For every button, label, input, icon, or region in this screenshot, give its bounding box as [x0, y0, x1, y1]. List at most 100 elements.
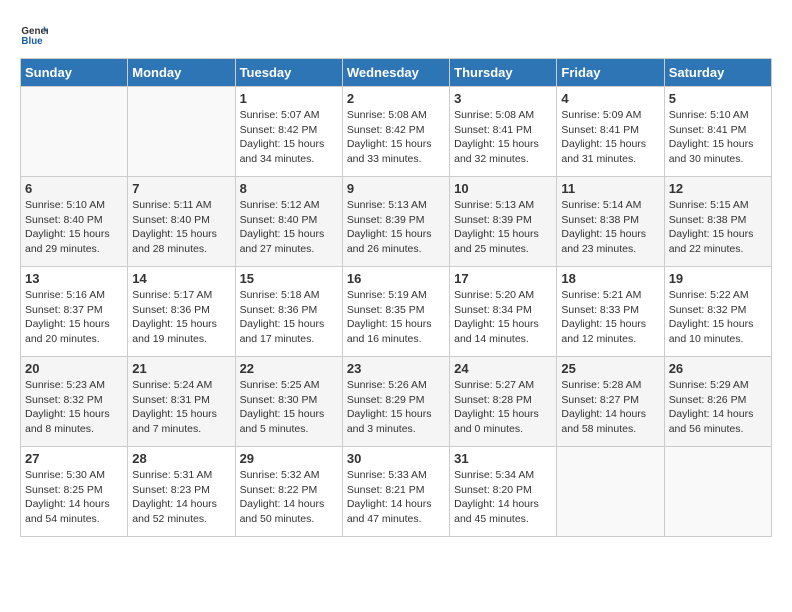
day-number: 20 [25, 361, 123, 376]
day-info: Sunrise: 5:18 AM Sunset: 8:36 PM Dayligh… [240, 288, 338, 347]
sunset-text: Sunset: 8:38 PM [669, 214, 747, 226]
calendar-cell: 21 Sunrise: 5:24 AM Sunset: 8:31 PM Dayl… [128, 357, 235, 447]
calendar-cell [128, 87, 235, 177]
page-header: General Blue [20, 20, 772, 48]
sunrise-text: Sunrise: 5:23 AM [25, 379, 105, 391]
daylight-text: Daylight: 15 hours and 29 minutes. [25, 228, 110, 255]
daylight-text: Daylight: 15 hours and 31 minutes. [561, 138, 646, 165]
day-number: 17 [454, 271, 552, 286]
sunset-text: Sunset: 8:20 PM [454, 484, 532, 496]
day-number: 27 [25, 451, 123, 466]
day-info: Sunrise: 5:10 AM Sunset: 8:41 PM Dayligh… [669, 108, 767, 167]
day-number: 29 [240, 451, 338, 466]
calendar-cell: 16 Sunrise: 5:19 AM Sunset: 8:35 PM Dayl… [342, 267, 449, 357]
day-number: 4 [561, 91, 659, 106]
calendar-cell: 20 Sunrise: 5:23 AM Sunset: 8:32 PM Dayl… [21, 357, 128, 447]
sunrise-text: Sunrise: 5:15 AM [669, 199, 749, 211]
calendar-cell: 17 Sunrise: 5:20 AM Sunset: 8:34 PM Dayl… [450, 267, 557, 357]
sunrise-text: Sunrise: 5:27 AM [454, 379, 534, 391]
day-info: Sunrise: 5:13 AM Sunset: 8:39 PM Dayligh… [347, 198, 445, 257]
day-info: Sunrise: 5:24 AM Sunset: 8:31 PM Dayligh… [132, 378, 230, 437]
daylight-text: Daylight: 14 hours and 50 minutes. [240, 498, 325, 525]
sunset-text: Sunset: 8:33 PM [561, 304, 639, 316]
day-number: 10 [454, 181, 552, 196]
sunset-text: Sunset: 8:41 PM [669, 124, 747, 136]
calendar-cell: 7 Sunrise: 5:11 AM Sunset: 8:40 PM Dayli… [128, 177, 235, 267]
daylight-text: Daylight: 15 hours and 33 minutes. [347, 138, 432, 165]
calendar-cell: 28 Sunrise: 5:31 AM Sunset: 8:23 PM Dayl… [128, 447, 235, 537]
day-number: 6 [25, 181, 123, 196]
weekday-header-tuesday: Tuesday [235, 59, 342, 87]
calendar-cell: 8 Sunrise: 5:12 AM Sunset: 8:40 PM Dayli… [235, 177, 342, 267]
daylight-text: Daylight: 15 hours and 14 minutes. [454, 318, 539, 345]
sunrise-text: Sunrise: 5:08 AM [347, 109, 427, 121]
calendar-cell [557, 447, 664, 537]
sunset-text: Sunset: 8:32 PM [669, 304, 747, 316]
sunset-text: Sunset: 8:36 PM [240, 304, 318, 316]
calendar-cell: 5 Sunrise: 5:10 AM Sunset: 8:41 PM Dayli… [664, 87, 771, 177]
day-info: Sunrise: 5:31 AM Sunset: 8:23 PM Dayligh… [132, 468, 230, 527]
daylight-text: Daylight: 14 hours and 58 minutes. [561, 408, 646, 435]
weekday-header-saturday: Saturday [664, 59, 771, 87]
day-info: Sunrise: 5:15 AM Sunset: 8:38 PM Dayligh… [669, 198, 767, 257]
sunset-text: Sunset: 8:39 PM [454, 214, 532, 226]
calendar-cell: 11 Sunrise: 5:14 AM Sunset: 8:38 PM Dayl… [557, 177, 664, 267]
day-number: 8 [240, 181, 338, 196]
daylight-text: Daylight: 15 hours and 28 minutes. [132, 228, 217, 255]
sunrise-text: Sunrise: 5:33 AM [347, 469, 427, 481]
calendar-table: SundayMondayTuesdayWednesdayThursdayFrid… [20, 58, 772, 537]
calendar-cell: 3 Sunrise: 5:08 AM Sunset: 8:41 PM Dayli… [450, 87, 557, 177]
day-number: 18 [561, 271, 659, 286]
day-number: 16 [347, 271, 445, 286]
daylight-text: Daylight: 14 hours and 52 minutes. [132, 498, 217, 525]
daylight-text: Daylight: 15 hours and 26 minutes. [347, 228, 432, 255]
day-info: Sunrise: 5:30 AM Sunset: 8:25 PM Dayligh… [25, 468, 123, 527]
day-info: Sunrise: 5:20 AM Sunset: 8:34 PM Dayligh… [454, 288, 552, 347]
weekday-header-sunday: Sunday [21, 59, 128, 87]
calendar-cell: 14 Sunrise: 5:17 AM Sunset: 8:36 PM Dayl… [128, 267, 235, 357]
day-info: Sunrise: 5:16 AM Sunset: 8:37 PM Dayligh… [25, 288, 123, 347]
day-number: 26 [669, 361, 767, 376]
day-info: Sunrise: 5:22 AM Sunset: 8:32 PM Dayligh… [669, 288, 767, 347]
calendar-week-3: 13 Sunrise: 5:16 AM Sunset: 8:37 PM Dayl… [21, 267, 772, 357]
calendar-cell: 12 Sunrise: 5:15 AM Sunset: 8:38 PM Dayl… [664, 177, 771, 267]
sunset-text: Sunset: 8:37 PM [25, 304, 103, 316]
daylight-text: Daylight: 15 hours and 20 minutes. [25, 318, 110, 345]
day-info: Sunrise: 5:25 AM Sunset: 8:30 PM Dayligh… [240, 378, 338, 437]
sunset-text: Sunset: 8:42 PM [240, 124, 318, 136]
weekday-header-monday: Monday [128, 59, 235, 87]
calendar-cell: 19 Sunrise: 5:22 AM Sunset: 8:32 PM Dayl… [664, 267, 771, 357]
calendar-cell: 27 Sunrise: 5:30 AM Sunset: 8:25 PM Dayl… [21, 447, 128, 537]
calendar-cell: 2 Sunrise: 5:08 AM Sunset: 8:42 PM Dayli… [342, 87, 449, 177]
daylight-text: Daylight: 14 hours and 45 minutes. [454, 498, 539, 525]
sunset-text: Sunset: 8:41 PM [561, 124, 639, 136]
sunset-text: Sunset: 8:39 PM [347, 214, 425, 226]
calendar-cell: 1 Sunrise: 5:07 AM Sunset: 8:42 PM Dayli… [235, 87, 342, 177]
sunset-text: Sunset: 8:40 PM [25, 214, 103, 226]
calendar-cell [21, 87, 128, 177]
calendar-cell: 24 Sunrise: 5:27 AM Sunset: 8:28 PM Dayl… [450, 357, 557, 447]
sunrise-text: Sunrise: 5:14 AM [561, 199, 641, 211]
day-info: Sunrise: 5:27 AM Sunset: 8:28 PM Dayligh… [454, 378, 552, 437]
day-number: 13 [25, 271, 123, 286]
day-number: 23 [347, 361, 445, 376]
svg-text:Blue: Blue [21, 36, 43, 47]
sunrise-text: Sunrise: 5:24 AM [132, 379, 212, 391]
calendar-week-1: 1 Sunrise: 5:07 AM Sunset: 8:42 PM Dayli… [21, 87, 772, 177]
calendar-week-4: 20 Sunrise: 5:23 AM Sunset: 8:32 PM Dayl… [21, 357, 772, 447]
daylight-text: Daylight: 15 hours and 34 minutes. [240, 138, 325, 165]
day-number: 11 [561, 181, 659, 196]
calendar-cell: 15 Sunrise: 5:18 AM Sunset: 8:36 PM Dayl… [235, 267, 342, 357]
daylight-text: Daylight: 15 hours and 25 minutes. [454, 228, 539, 255]
day-info: Sunrise: 5:29 AM Sunset: 8:26 PM Dayligh… [669, 378, 767, 437]
sunset-text: Sunset: 8:23 PM [132, 484, 210, 496]
sunrise-text: Sunrise: 5:30 AM [25, 469, 105, 481]
sunrise-text: Sunrise: 5:16 AM [25, 289, 105, 301]
day-number: 2 [347, 91, 445, 106]
sunrise-text: Sunrise: 5:13 AM [454, 199, 534, 211]
day-info: Sunrise: 5:21 AM Sunset: 8:33 PM Dayligh… [561, 288, 659, 347]
weekday-header-wednesday: Wednesday [342, 59, 449, 87]
calendar-cell: 26 Sunrise: 5:29 AM Sunset: 8:26 PM Dayl… [664, 357, 771, 447]
day-number: 24 [454, 361, 552, 376]
sunset-text: Sunset: 8:29 PM [347, 394, 425, 406]
